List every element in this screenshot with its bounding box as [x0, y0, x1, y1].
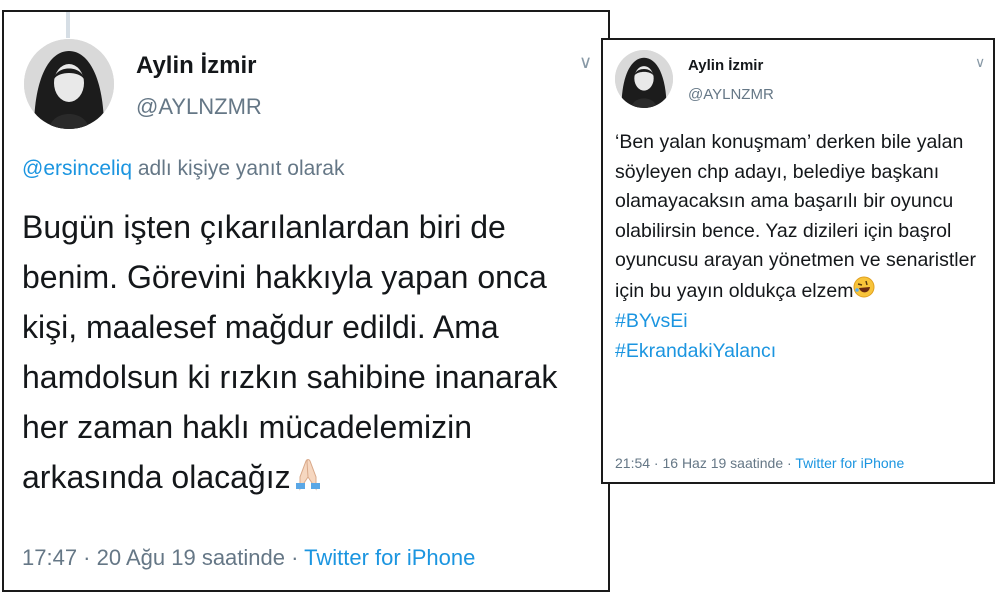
- folded-hands-icon: [291, 455, 325, 505]
- thread-line: [66, 12, 70, 38]
- source-link[interactable]: Twitter for iPhone: [795, 455, 904, 471]
- username[interactable]: @AYLNZMR: [136, 94, 262, 120]
- chevron-down-icon[interactable]: ∨: [579, 52, 592, 73]
- chevron-down-icon[interactable]: ∨: [975, 54, 985, 71]
- tweet-card-right: Aylin İzmir @AYLNZMR ∨ ‘Ben yalan konuşm…: [601, 38, 995, 484]
- hashtag-link[interactable]: #BYvsEi: [615, 307, 991, 337]
- hashtag-link[interactable]: #EkrandakiYalancı: [615, 337, 991, 367]
- timestamp[interactable]: 21:54 · 16 Haz 19 saatinde ·: [615, 455, 795, 471]
- profile-photo-icon: [24, 39, 114, 129]
- tweet-card-left: Aylin İzmir @AYLNZMR ∨ @ersinceliq adlı …: [2, 10, 610, 592]
- display-name[interactable]: Aylin İzmir: [136, 52, 256, 80]
- avatar[interactable]: [615, 50, 673, 108]
- source-link[interactable]: Twitter for iPhone: [304, 545, 475, 570]
- tweet-metadata: 21:54 · 16 Haz 19 saatinde · Twitter for…: [615, 455, 904, 471]
- tweet-body: Bugün işten çıkarılanlardan biri de beni…: [22, 209, 558, 495]
- reply-mention-link[interactable]: @ersinceliq: [22, 157, 132, 180]
- tweet-text: Bugün işten çıkarılanlardan biri de beni…: [22, 202, 607, 505]
- tweet-text: ‘Ben yalan konuşmam’ derken bile yalan s…: [615, 128, 991, 366]
- timestamp[interactable]: 17:47 · 20 Ağu 19 saatinde ·: [22, 545, 304, 570]
- tweet-metadata: 17:47 · 20 Ağu 19 saatinde · Twitter for…: [22, 545, 475, 571]
- username[interactable]: @AYLNZMR: [688, 86, 774, 103]
- reply-context-text: adlı kişiye yanıt olarak: [132, 157, 345, 180]
- avatar[interactable]: [24, 39, 114, 129]
- tweet-body: ‘Ben yalan konuşmam’ derken bile yalan s…: [615, 131, 976, 302]
- display-name[interactable]: Aylin İzmir: [688, 57, 763, 74]
- profile-photo-icon: [615, 50, 673, 108]
- reply-context: @ersinceliq adlı kişiye yanıt olarak: [22, 157, 344, 181]
- rolling-laughing-icon: [853, 276, 875, 308]
